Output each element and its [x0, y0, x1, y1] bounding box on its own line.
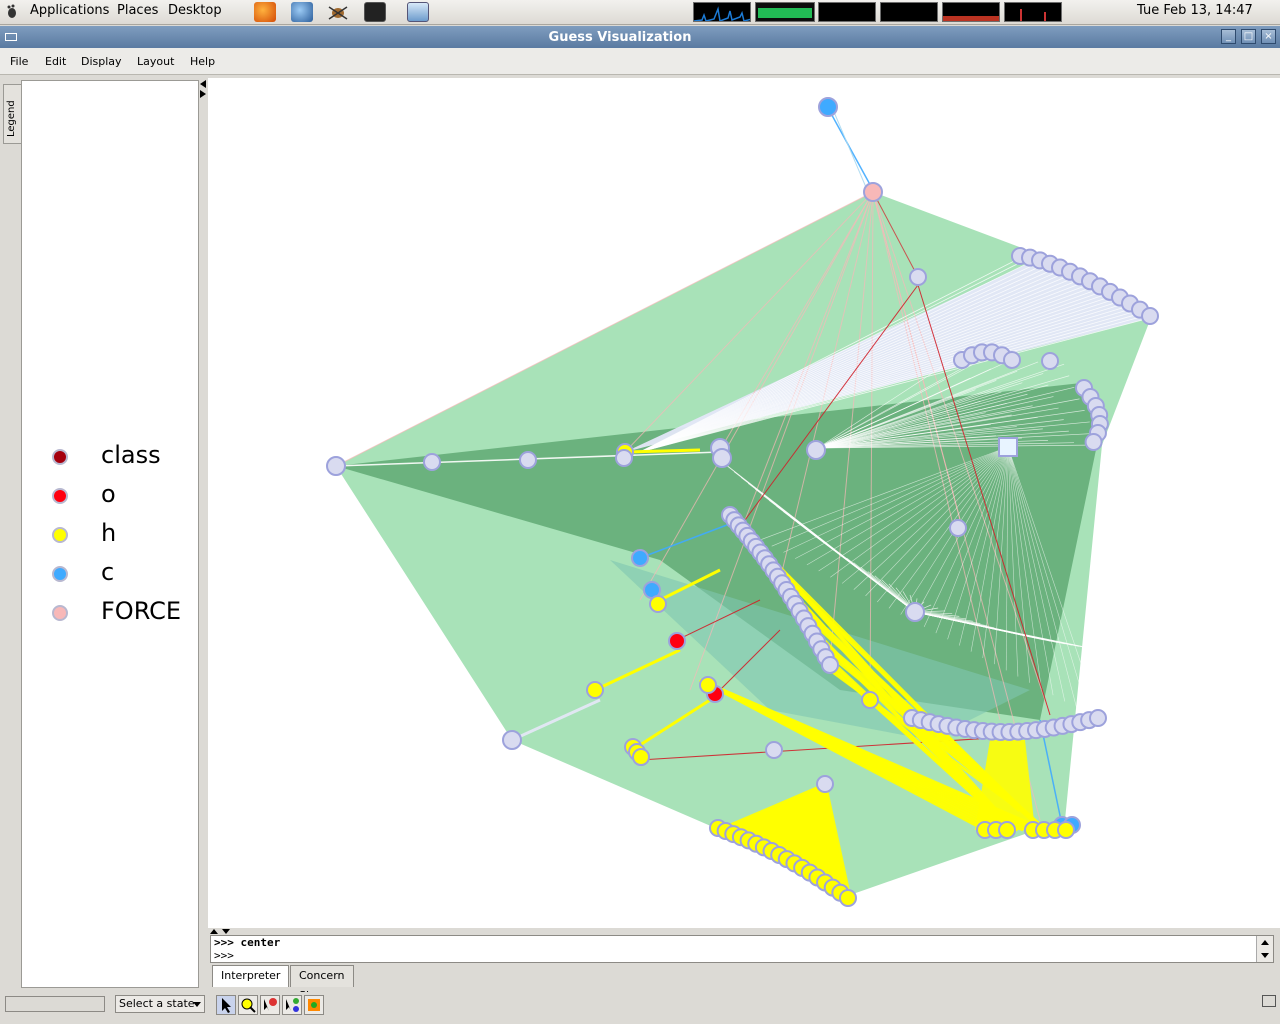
legend-label-force: FORCE [101, 597, 182, 625]
node-cluster[interactable] [1141, 307, 1159, 325]
legend-swatch-force [52, 605, 68, 621]
desktop-menu[interactable]: Desktop [168, 3, 222, 18]
window-title: Guess Visualization [548, 30, 692, 45]
node[interactable] [905, 602, 925, 622]
resize-grip-icon[interactable] [1262, 995, 1276, 1007]
menu-file[interactable]: File [10, 55, 28, 68]
gnome-foot-icon[interactable] [6, 4, 18, 19]
legend-label-h: h [101, 519, 117, 547]
disk-monitor[interactable] [1004, 2, 1062, 22]
node-cluster[interactable] [998, 821, 1016, 839]
zoom-tool-button[interactable] [238, 995, 258, 1015]
legend-tab[interactable]: Legend [3, 84, 21, 144]
cpu-monitor[interactable] [693, 2, 751, 22]
node-square[interactable] [998, 437, 1018, 457]
node-cluster[interactable] [632, 748, 650, 766]
node[interactable] [631, 549, 649, 567]
console-scrollbar[interactable] [1256, 936, 1273, 962]
node[interactable] [816, 775, 834, 793]
node-c[interactable] [818, 97, 838, 117]
legend-label-o: o [101, 480, 116, 508]
panel-splitter[interactable] [199, 78, 207, 990]
status-field [5, 996, 105, 1012]
legend-label-c: c [101, 558, 115, 586]
legend-swatch-o [52, 488, 68, 504]
node[interactable] [586, 681, 604, 699]
node[interactable] [909, 268, 927, 286]
node-tool-button[interactable] [260, 995, 280, 1015]
window-titlebar[interactable]: Guess Visualization _ □ × [0, 26, 1280, 48]
maximize-button[interactable]: □ [1241, 29, 1256, 44]
node-force[interactable] [863, 182, 883, 202]
interpreter-console[interactable]: >>> center >>> [210, 935, 1274, 963]
node[interactable] [949, 519, 967, 537]
tab-concern-sieve[interactable]: Concern Sieve [290, 965, 354, 1002]
console-line-1: >>> center [214, 936, 281, 949]
tab-interpreter[interactable]: Interpreter [212, 965, 290, 987]
node[interactable] [502, 730, 522, 750]
hull-tool-button[interactable] [304, 995, 324, 1015]
node-cluster[interactable] [1089, 709, 1107, 728]
firefox-icon[interactable] [254, 2, 276, 22]
top-panel: Applications Places Desktop Tue Feb 13, … [0, 0, 1280, 25]
applications-menu[interactable]: Applications [30, 3, 109, 18]
menu-layout[interactable]: Layout [137, 55, 174, 68]
edge-c [833, 111, 869, 193]
minimize-button[interactable]: _ [1221, 29, 1236, 44]
remote-desktop-icon[interactable] [407, 2, 429, 22]
node-cluster[interactable] [1057, 821, 1075, 839]
node-cluster[interactable] [1084, 433, 1103, 451]
legend-tab-label: Legend [6, 100, 17, 137]
split-arrows-icon[interactable] [210, 928, 234, 935]
state-select[interactable]: Select a state [115, 995, 205, 1013]
node[interactable] [326, 456, 346, 476]
menu-help[interactable]: Help [190, 55, 215, 68]
node[interactable] [806, 440, 826, 460]
network-monitor[interactable] [818, 2, 876, 22]
collapse-arrows-icon[interactable] [199, 80, 207, 100]
menu-display[interactable]: Display [81, 55, 122, 68]
node-cluster[interactable] [1003, 350, 1021, 369]
memory-monitor[interactable] [755, 2, 815, 22]
bug-icon[interactable] [327, 2, 349, 22]
menu-bar: File Edit Display Layout Help [0, 48, 1280, 75]
console-line-2: >>> [214, 949, 234, 962]
node[interactable] [1041, 352, 1059, 370]
load-monitor[interactable] [942, 2, 1000, 22]
legend-label-class: class [101, 441, 161, 469]
close-button[interactable]: × [1261, 29, 1276, 44]
node[interactable] [423, 453, 441, 471]
legend-swatch-c [52, 566, 68, 582]
edge-c [827, 107, 874, 191]
clock[interactable]: Tue Feb 13, 14:47 [1137, 3, 1253, 18]
terminal-icon[interactable] [364, 2, 386, 22]
node[interactable] [649, 595, 667, 613]
edge-h [624, 448, 701, 454]
status-bar: Select a state [0, 992, 1280, 1024]
node[interactable] [765, 741, 783, 759]
node[interactable] [668, 632, 686, 650]
swap-monitor[interactable] [880, 2, 938, 22]
node[interactable] [712, 448, 732, 468]
state-select-value: Select a state [119, 997, 195, 1010]
menu-edit[interactable]: Edit [45, 55, 66, 68]
node[interactable] [699, 676, 717, 694]
legend-panel: class o h c FORCE [21, 80, 199, 988]
node[interactable] [519, 451, 537, 469]
places-menu[interactable]: Places [117, 3, 158, 18]
chevron-down-icon [193, 1002, 201, 1007]
node-cluster[interactable] [821, 655, 839, 674]
node-cluster[interactable] [839, 888, 857, 907]
node[interactable] [861, 691, 879, 709]
legend-swatch-class [52, 449, 68, 465]
edge-tool-button[interactable] [282, 995, 302, 1015]
thunderbird-icon[interactable] [291, 2, 313, 22]
legend-swatch-h [52, 527, 68, 543]
graph-visualization[interactable] [208, 78, 1280, 928]
select-tool-button[interactable] [216, 995, 236, 1015]
graph-canvas[interactable] [208, 78, 1280, 928]
node[interactable] [615, 449, 633, 467]
